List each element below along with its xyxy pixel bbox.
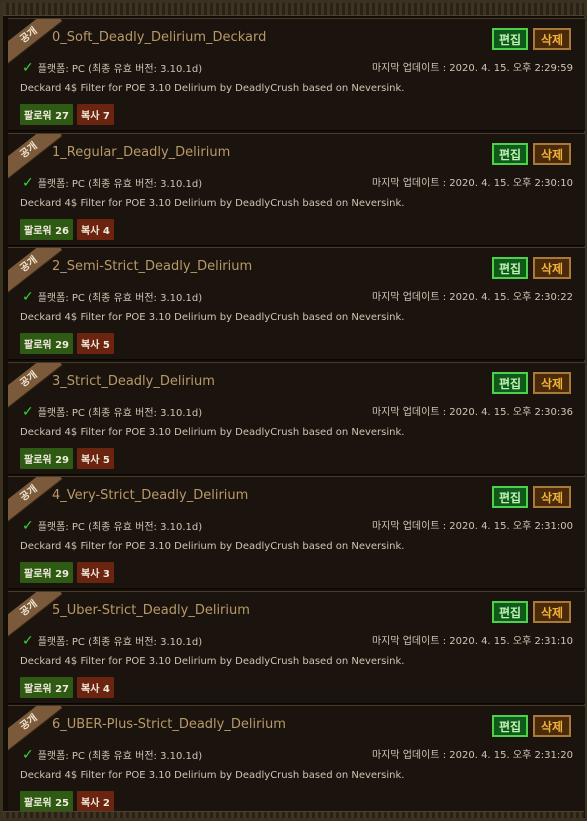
last-updated: 마지막 업데이트 : 2020. 4. 15. 오후 2:30:10 xyxy=(371,177,573,189)
edit-button[interactable]: 편집 xyxy=(492,486,528,508)
last-updated: 마지막 업데이트 : 2020. 4. 15. 오후 2:31:20 xyxy=(371,750,573,761)
check-icon: ✓ xyxy=(22,403,34,420)
platform-info: ✓ 플랫폼: PC (최종 유효 버전: 3.10.1d) xyxy=(22,633,202,649)
platform-info: ✓ 플랫폼: PC (최종 유효 버전: 3.10.1d) xyxy=(22,289,202,305)
badge-row: 팔로워 29 복사 3 xyxy=(20,562,114,583)
filter-item: 공개 3_Strict_Deadly_Delirium 편집 삭제 ✓ 플랫폼: … xyxy=(8,361,585,475)
badge-row: 팔로워 29 복사 5 xyxy=(20,333,114,354)
filter-description: Deckard 4$ Filter for POE 3.10 Delirium … xyxy=(20,770,405,781)
platform-text: 플랫폼: PC (최종 유효 버전: 3.10.1d) xyxy=(37,522,203,533)
filter-title[interactable]: 4_Very-Strict_Deadly_Delirium xyxy=(52,488,248,503)
badge-row: 팔로워 26 복사 4 xyxy=(20,218,114,240)
panel-bottom-border xyxy=(3,811,584,818)
followers-badge: 팔로워 27 xyxy=(20,676,73,698)
filter-description: Deckard 4$ Filter for POE 3.10 Delirium … xyxy=(20,312,405,323)
filter-title[interactable]: 2_Semi-Strict_Deadly_Delirium xyxy=(52,259,252,274)
platform-info: ✓ 플랫폼: PC (최종 유효 버전: 3.10.1d) xyxy=(22,518,202,534)
copies-badge: 복사 4 xyxy=(77,218,114,240)
platform-text: 플랫폼: PC (최종 유효 버전: 3.10.1d) xyxy=(37,751,203,762)
copies-badge: 복사 7 xyxy=(77,104,114,125)
badge-row: 팔로워 27 복사 7 xyxy=(20,104,114,125)
edit-button[interactable]: 편집 xyxy=(492,715,528,737)
last-updated: 마지막 업데이트 : 2020. 4. 15. 오후 2:31:00 xyxy=(371,521,573,532)
panel-top-border xyxy=(3,3,584,16)
filter-item: 공개 2_Semi-Strict_Deadly_Delirium 편집 삭제 ✓… xyxy=(8,247,585,360)
filter-list: 공개 0_Soft_Deadly_Delirium_Deckard 편집 삭제 … xyxy=(8,18,585,820)
delete-button[interactable]: 삭제 xyxy=(533,142,571,165)
badge-row: 팔로워 27 복사 4 xyxy=(20,676,114,698)
filter-title[interactable]: 5_Uber-Strict_Deadly_Delirium xyxy=(52,603,250,618)
filter-description: Deckard 4$ Filter for POE 3.10 Delirium … xyxy=(20,197,405,209)
check-icon: ✓ xyxy=(22,632,34,649)
filter-item: 공개 1_Regular_Deadly_Delirium 편집 삭제 ✓ 플랫폼:… xyxy=(8,132,585,246)
badge-row: 팔로워 29 복사 5 xyxy=(20,447,114,469)
platform-text: 플랫폼: PC (최종 유효 버전: 3.10.1d) xyxy=(37,178,203,190)
followers-badge: 팔로워 29 xyxy=(20,333,73,354)
check-icon: ✓ xyxy=(22,518,34,534)
edit-button[interactable]: 편집 xyxy=(492,371,528,394)
filter-description: Deckard 4$ Filter for POE 3.10 Delirium … xyxy=(20,655,405,667)
filter-item: 공개 5_Uber-Strict_Deadly_Delirium 편집 삭제 ✓… xyxy=(8,590,585,704)
platform-info: ✓ 플랫폼: PC (최종 유효 버전: 3.10.1d) xyxy=(22,404,202,420)
copies-badge: 복사 5 xyxy=(77,447,114,469)
platform-info: ✓ 플랫폼: PC (최종 유효 버전: 3.10.1d) xyxy=(22,747,202,763)
platform-text: 플랫폼: PC (최종 유효 버전: 3.10.1d) xyxy=(37,64,203,75)
delete-button[interactable]: 삭제 xyxy=(533,257,571,279)
filter-description: Deckard 4$ Filter for POE 3.10 Delirium … xyxy=(20,426,405,438)
platform-text: 플랫폼: PC (최종 유효 버전: 3.10.1d) xyxy=(37,636,203,648)
edit-button[interactable]: 편집 xyxy=(492,257,528,279)
last-updated: 마지막 업데이트 : 2020. 4. 15. 오후 2:29:59 xyxy=(371,63,573,74)
copies-badge: 복사 4 xyxy=(77,676,114,698)
filter-item: 공개 6_UBER-Plus-Strict_Deadly_Delirium 편집… xyxy=(8,705,585,818)
delete-button[interactable]: 삭제 xyxy=(533,28,571,50)
platform-text: 플랫폼: PC (최종 유효 버전: 3.10.1d) xyxy=(37,407,203,419)
filter-item: 공개 4_Very-Strict_Deadly_Delirium 편집 삭제 ✓… xyxy=(8,476,585,589)
delete-button[interactable]: 삭제 xyxy=(533,600,571,623)
filter-description: Deckard 4$ Filter for POE 3.10 Delirium … xyxy=(20,541,405,552)
filter-title[interactable]: 0_Soft_Deadly_Delirium_Deckard xyxy=(52,30,266,45)
last-updated: 마지막 업데이트 : 2020. 4. 15. 오후 2:31:10 xyxy=(371,635,573,647)
followers-badge: 팔로워 27 xyxy=(20,104,73,125)
last-updated: 마지막 업데이트 : 2020. 4. 15. 오후 2:30:22 xyxy=(371,292,573,303)
platform-info: ✓ 플랫폼: PC (최종 유효 버전: 3.10.1d) xyxy=(22,60,202,76)
copies-badge: 복사 2 xyxy=(77,791,114,812)
check-icon: ✓ xyxy=(22,747,34,763)
followers-badge: 팔로워 26 xyxy=(20,218,73,240)
delete-button[interactable]: 삭제 xyxy=(533,486,571,508)
followers-badge: 팔로워 25 xyxy=(20,791,73,812)
check-icon: ✓ xyxy=(22,289,34,305)
filter-title[interactable]: 1_Regular_Deadly_Delirium xyxy=(52,145,230,160)
edit-button[interactable]: 편집 xyxy=(492,142,528,165)
check-icon: ✓ xyxy=(22,174,34,191)
platform-info: ✓ 플랫폼: PC (최종 유효 버전: 3.10.1d) xyxy=(22,175,202,191)
badge-row: 팔로워 25 복사 2 xyxy=(20,791,114,812)
filter-title[interactable]: 3_Strict_Deadly_Delirium xyxy=(52,374,215,389)
edit-button[interactable]: 편집 xyxy=(492,28,528,50)
platform-text: 플랫폼: PC (최종 유효 버전: 3.10.1d) xyxy=(37,293,203,304)
delete-button[interactable]: 삭제 xyxy=(533,371,571,394)
filter-item: 공개 0_Soft_Deadly_Delirium_Deckard 편집 삭제 … xyxy=(8,18,585,131)
filter-title[interactable]: 6_UBER-Plus-Strict_Deadly_Delirium xyxy=(52,717,286,732)
filter-description: Deckard 4$ Filter for POE 3.10 Delirium … xyxy=(20,83,405,94)
last-updated: 마지막 업데이트 : 2020. 4. 15. 오후 2:30:36 xyxy=(371,406,573,418)
followers-badge: 팔로워 29 xyxy=(20,447,73,469)
check-icon: ✓ xyxy=(22,60,34,76)
delete-button[interactable]: 삭제 xyxy=(533,715,571,737)
filter-list-panel: 공개 0_Soft_Deadly_Delirium_Deckard 편집 삭제 … xyxy=(0,0,587,821)
copies-badge: 복사 3 xyxy=(77,562,114,583)
followers-badge: 팔로워 29 xyxy=(20,562,73,583)
edit-button[interactable]: 편집 xyxy=(492,600,528,623)
copies-badge: 복사 5 xyxy=(77,333,114,354)
